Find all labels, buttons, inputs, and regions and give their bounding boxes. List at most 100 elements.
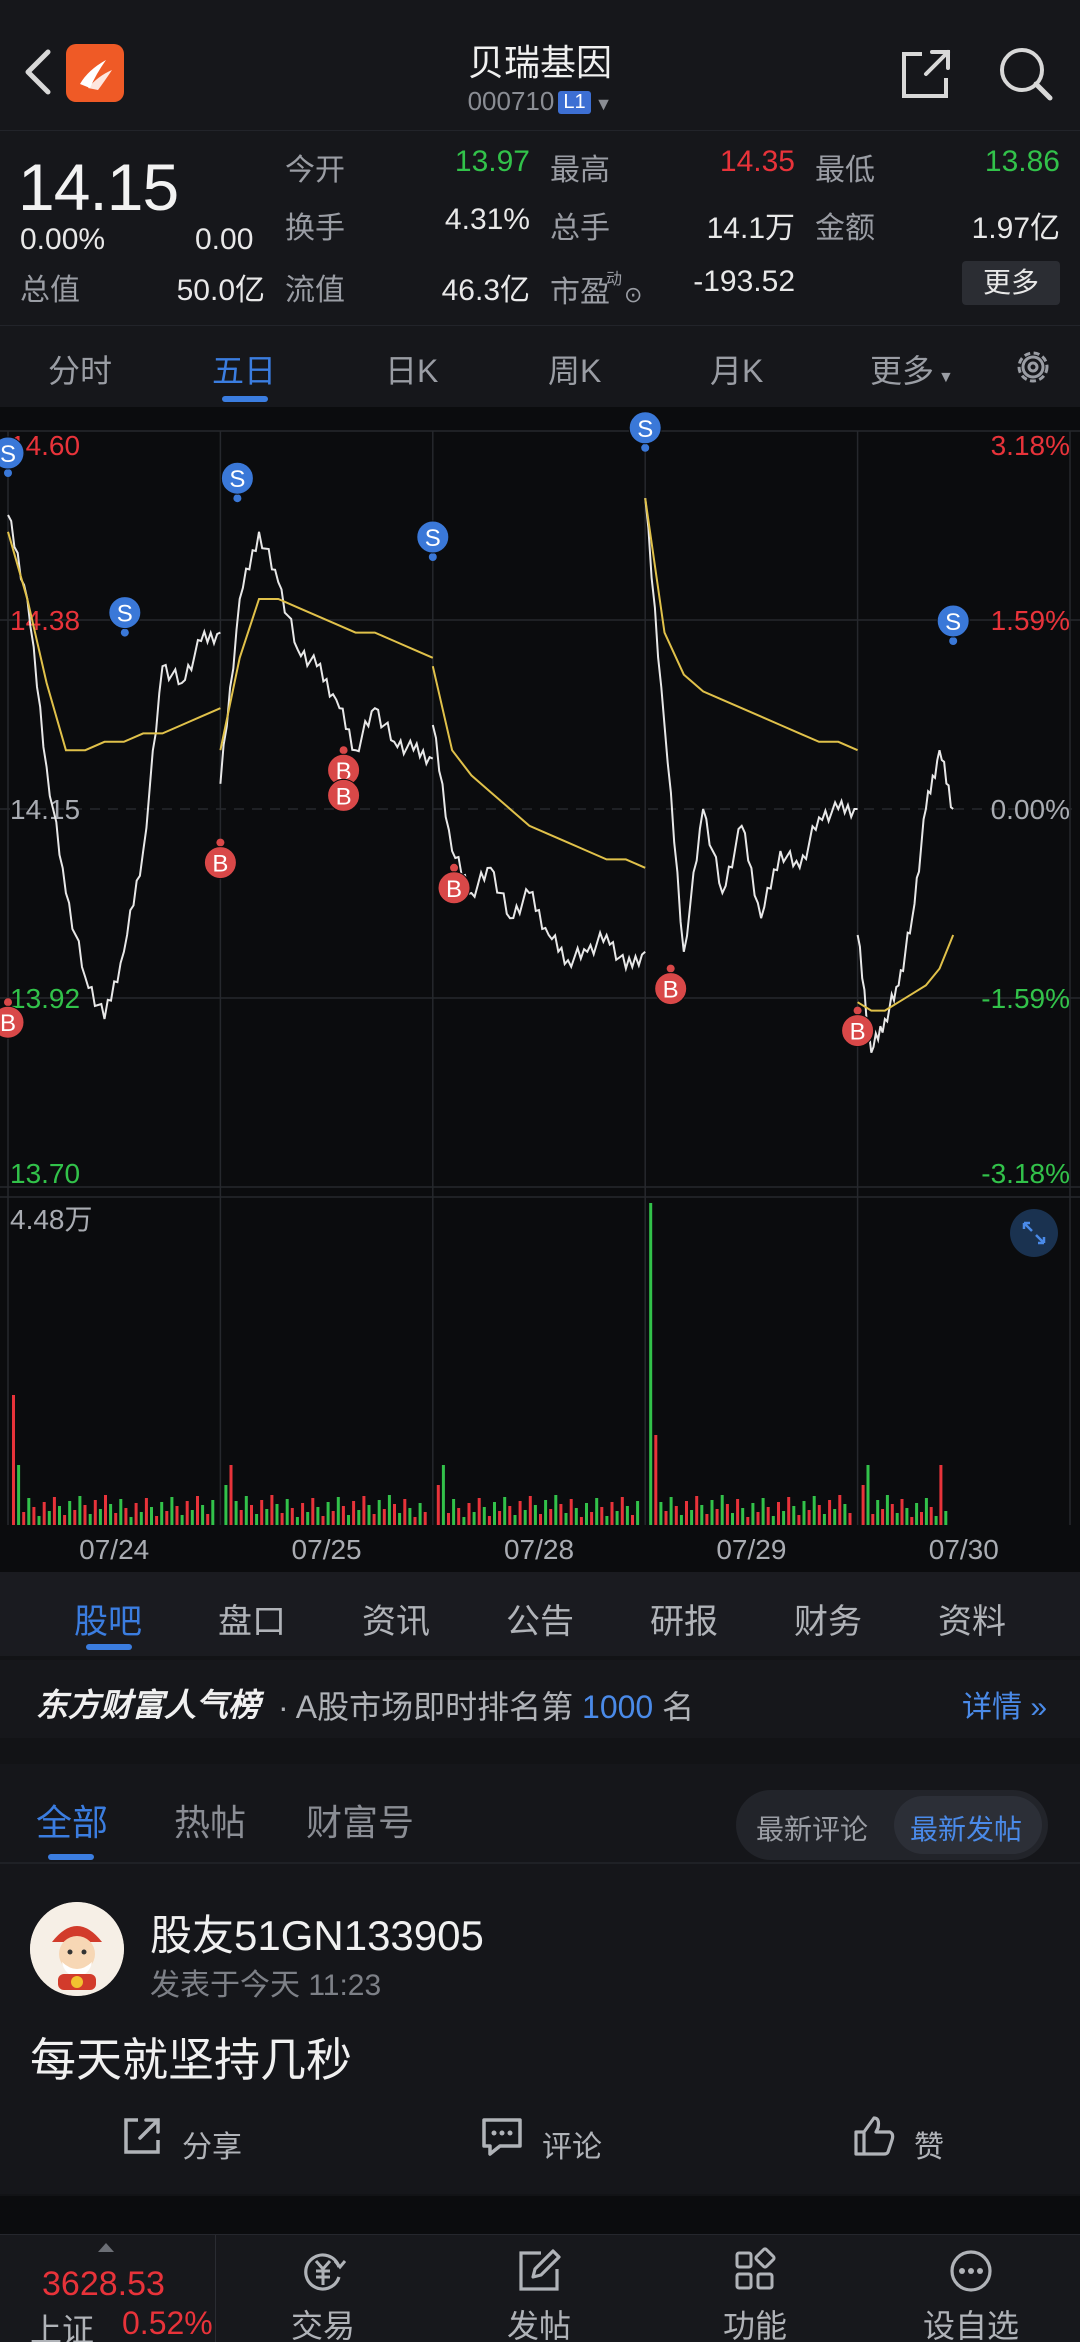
nav-post[interactable]: 发帖 — [464, 2235, 614, 2342]
volume-max-label: 4.48万 — [10, 1204, 93, 1235]
double-chevron-right-icon: » — [1022, 1691, 1048, 1724]
five-day-chart[interactable]: 14.60 14.38 14.15 13.92 13.70 3.18% 1.59% 0.00%… — [0, 407, 1080, 1572]
volume-bar — [848, 1513, 852, 1525]
divider — [215, 2235, 216, 2342]
expand-button — [1010, 1209, 1058, 1257]
volume-bar — [659, 1502, 663, 1525]
subtab-announcements[interactable]: 公告 — [506, 1594, 574, 1643]
subtab-news[interactable]: 资讯 — [362, 1594, 430, 1643]
volume-bar — [316, 1507, 320, 1525]
volume-bar — [710, 1500, 714, 1525]
volume-bar — [833, 1509, 837, 1525]
volume-bar — [362, 1496, 366, 1525]
volume-bar — [669, 1497, 673, 1525]
volume-bar — [685, 1501, 688, 1525]
info-icon[interactable]: ⊙ — [624, 282, 642, 307]
sort-latest-post[interactable]: 最新发帖 — [910, 1808, 1022, 1848]
ranking-detail-link[interactable]: 详情 » — [962, 1682, 1047, 1726]
volume-bar — [690, 1510, 694, 1525]
volume-bar — [700, 1505, 704, 1525]
volume-bar — [939, 1465, 943, 1525]
volume-bar — [423, 1512, 427, 1525]
low-label: 最低 — [815, 154, 875, 187]
volume-bar — [812, 1496, 816, 1525]
volume-bar — [838, 1495, 842, 1525]
volume-bar — [900, 1499, 904, 1525]
like-label: 赞 — [914, 2131, 944, 2164]
nav-trade[interactable]: 交易 — [248, 2235, 398, 2342]
pe-value: -193.52 — [693, 265, 795, 298]
volume-bar — [367, 1505, 371, 1525]
more-button[interactable]: 更多 — [962, 261, 1060, 305]
volume-bar — [58, 1506, 61, 1525]
volume-bar — [78, 1496, 82, 1525]
tab-intraday[interactable]: 分时 — [48, 346, 112, 392]
percent-axis-label: 3.18% — [991, 430, 1070, 461]
volume-bar — [144, 1498, 148, 1525]
x-axis-date-label: 07/29 — [716, 1534, 786, 1565]
nav-functions[interactable]: 功能 — [680, 2235, 830, 2342]
post-username[interactable]: 股友51GN133905 — [150, 1902, 484, 1963]
subtab-research[interactable]: 研报 — [650, 1594, 718, 1643]
volume-bar — [636, 1501, 640, 1525]
buy-marker-dot — [339, 746, 348, 755]
x-axis-date-label: 07/24 — [79, 1534, 149, 1565]
volume-bar — [579, 1517, 583, 1525]
sort-latest-comment[interactable]: 最新评论 — [756, 1808, 868, 1848]
caret-up-icon[interactable] — [98, 2243, 114, 2252]
volume-bar — [165, 1511, 169, 1525]
volume-bar — [861, 1485, 865, 1525]
tab-daily-k[interactable]: 日K — [385, 346, 438, 392]
volume-bar — [929, 1507, 933, 1525]
comment-icon — [482, 2118, 522, 2156]
pe-superscript: 动 — [606, 271, 623, 288]
volume-bar — [190, 1510, 194, 1525]
volume-bar — [715, 1509, 719, 1525]
bottom-bar: 3628.53 上证 0.52% 交易 发帖 功能 设自选 — [0, 2234, 1080, 2342]
volume-bar — [462, 1517, 466, 1525]
volume-bar — [467, 1503, 471, 1525]
volume-bar — [600, 1507, 604, 1525]
volume-bar — [610, 1502, 614, 1525]
volume-bar — [498, 1511, 502, 1525]
volume-bar — [695, 1496, 699, 1525]
volume-bar — [408, 1508, 412, 1525]
tab-monthly-k[interactable]: 月K — [710, 346, 763, 392]
volume-bar — [124, 1508, 128, 1525]
volume-bar — [260, 1500, 264, 1525]
top-header: 贝瑞基因 000710 L1 ▼ — [0, 0, 1080, 130]
percent-axis-label: -3.18% — [981, 1158, 1070, 1189]
volume-bar — [301, 1503, 305, 1525]
popularity-ranking[interactable]: 东方财富人气榜 · A股市场即时排名第 1000 名 详情 » — [0, 1660, 1080, 1738]
x-axis-date-label: 07/28 — [504, 1534, 574, 1565]
index-percent[interactable]: 0.52% — [122, 2305, 213, 2342]
volume-bar — [139, 1512, 143, 1525]
subtab-profile[interactable]: 资料 — [938, 1594, 1006, 1643]
volume-bar — [549, 1509, 553, 1525]
index-name[interactable]: 上证 — [30, 2305, 94, 2342]
volume-bar — [372, 1514, 376, 1525]
forum-tab-wealth[interactable]: 财富号 — [306, 1794, 414, 1846]
volume-bar — [751, 1503, 755, 1525]
search-icon[interactable] — [996, 44, 1056, 104]
share-icon[interactable] — [896, 44, 956, 104]
post-body[interactable]: 每天就坚持几秒 — [30, 2024, 352, 2090]
subtab-guba[interactable]: 股吧 — [74, 1594, 142, 1643]
volume-bar — [160, 1502, 164, 1525]
subtab-order-book[interactable]: 盘口 — [218, 1594, 286, 1643]
tab-more[interactable]: 更多 ▼ — [870, 346, 954, 392]
volume-bar — [876, 1500, 880, 1525]
gear-icon[interactable] — [1010, 344, 1056, 390]
tab-weekly-k[interactable]: 周K — [548, 346, 601, 392]
subtab-finance[interactable]: 财务 — [794, 1594, 862, 1643]
forum-tab-all[interactable]: 全部 — [36, 1794, 108, 1846]
nav-add-watchlist[interactable]: 设自选 — [896, 2235, 1046, 2342]
tab-five-day[interactable]: 五日 — [212, 346, 276, 392]
avatar[interactable] — [30, 1902, 124, 1996]
volume-bar — [756, 1512, 760, 1525]
index-price[interactable]: 3628.53 — [42, 2265, 165, 2304]
open-label: 今开 — [285, 154, 345, 187]
forum-tab-hot[interactable]: 热帖 — [174, 1794, 246, 1846]
volume-bar — [206, 1514, 210, 1525]
volume-bar — [32, 1507, 36, 1525]
